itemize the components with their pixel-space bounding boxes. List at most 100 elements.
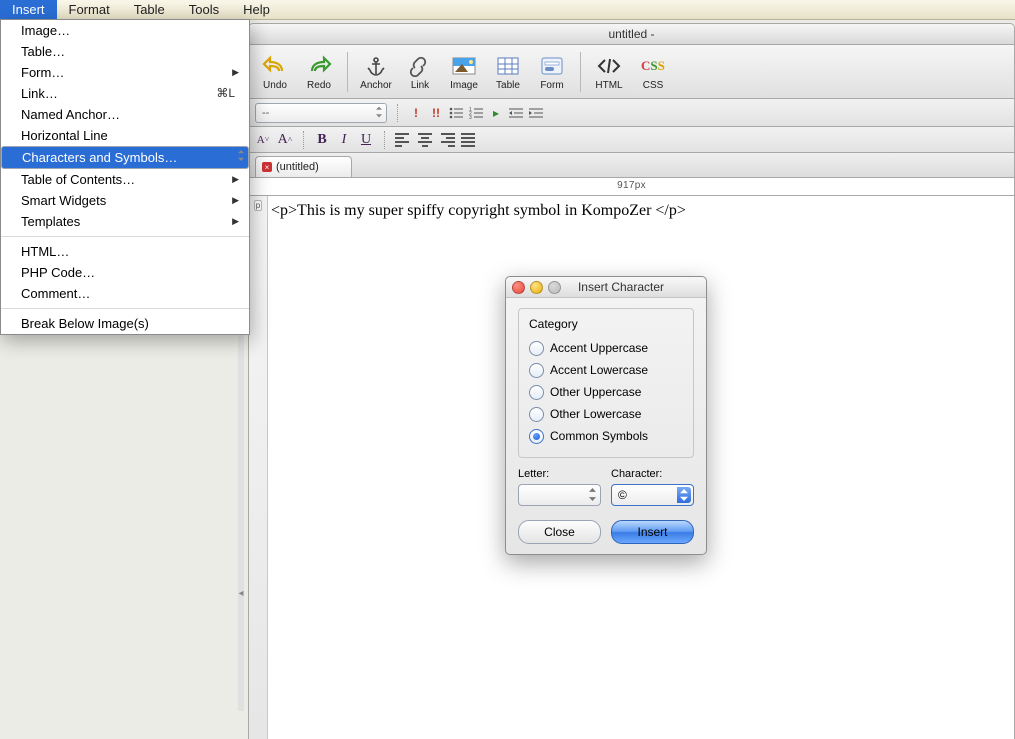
table-icon [494, 52, 522, 80]
svg-text:3: 3 [469, 115, 472, 119]
css-icon: CSS [639, 52, 667, 80]
align-left-icon[interactable] [395, 132, 411, 148]
align-right-icon[interactable] [439, 132, 455, 148]
anchor-icon [362, 52, 390, 80]
insert-menu-dropdown: Image… Table… Form… Link…⌘L Named Anchor… [0, 19, 250, 335]
toolbar-label: Link [411, 80, 429, 91]
bullet-list-icon[interactable] [448, 105, 464, 121]
menu-tools[interactable]: Tools [177, 0, 231, 19]
radio-common-symbols[interactable]: Common Symbols [529, 425, 683, 447]
form-button[interactable]: Form [532, 48, 572, 96]
em-icon[interactable]: ! [408, 105, 424, 121]
toolbar-separator [303, 131, 304, 149]
form-icon [538, 52, 566, 80]
character-label: Character: [611, 468, 694, 480]
menu-item-table[interactable]: Table… [1, 41, 249, 62]
toolbar-separator [580, 52, 581, 92]
radio-accent-lowercase[interactable]: Accent Lowercase [529, 359, 683, 381]
align-center-icon[interactable] [417, 132, 433, 148]
paragraph-style-select[interactable]: -- [255, 103, 387, 123]
toolbar-label: Undo [263, 80, 287, 91]
toolbar-label: Form [540, 80, 563, 91]
html-icon [595, 52, 623, 80]
element-gutter: p [249, 196, 268, 739]
css-button[interactable]: CSS CSS [633, 48, 673, 96]
menu-separator [1, 308, 249, 309]
strong-em-icon[interactable]: !! [428, 105, 444, 121]
toolbar-label: CSS [643, 80, 664, 91]
gutter-tag[interactable]: p [254, 200, 262, 211]
main-toolbar: Undo Redo Anchor Link Image Table Form [248, 44, 1015, 99]
indent-icon[interactable] [528, 105, 544, 121]
menu-item-templates[interactable]: Templates [1, 211, 249, 232]
format-toolbar: -- ! !! 123 ▸ [248, 99, 1015, 127]
outdent-icon[interactable] [508, 105, 524, 121]
radio-other-lowercase[interactable]: Other Lowercase [529, 403, 683, 425]
tab-untitled[interactable]: × (untitled) [255, 156, 352, 177]
svg-text:CSS: CSS [641, 58, 665, 73]
dialog-title: Insert Character [566, 280, 706, 294]
letter-select[interactable] [518, 484, 601, 506]
menu-insert[interactable]: Insert [0, 0, 57, 19]
toolbar-separator [384, 131, 385, 149]
menu-item-php-code[interactable]: PHP Code… [1, 262, 249, 283]
menu-table[interactable]: Table [122, 0, 177, 19]
table-button[interactable]: Table [488, 48, 528, 96]
menu-help[interactable]: Help [231, 0, 282, 19]
radio-other-uppercase[interactable]: Other Uppercase [529, 381, 683, 403]
number-list-icon[interactable]: 123 [468, 105, 484, 121]
insert-character-dialog: Insert Character Category Accent Upperca… [505, 276, 707, 555]
character-select[interactable]: © [611, 484, 694, 506]
window-zoom-icon [548, 281, 561, 294]
editor-content[interactable]: <p>This is my super spiffy copyright sym… [271, 202, 1010, 220]
link-icon [406, 52, 434, 80]
align-justify-icon[interactable] [461, 132, 477, 148]
toolbar-label: Anchor [360, 80, 392, 91]
link-button[interactable]: Link [400, 48, 440, 96]
toolbar-label: HTML [595, 80, 622, 91]
menu-item-break-below-images[interactable]: Break Below Image(s) [1, 313, 249, 334]
radio-accent-uppercase[interactable]: Accent Uppercase [529, 337, 683, 359]
insert-button[interactable]: Insert [611, 520, 694, 544]
undo-button[interactable]: Undo [255, 48, 295, 96]
italic-button[interactable]: I [336, 132, 352, 148]
menu-item-table-of-contents[interactable]: Table of Contents… [1, 169, 249, 190]
menu-item-form[interactable]: Form… [1, 62, 249, 83]
menu-item-link[interactable]: Link…⌘L [1, 83, 249, 104]
close-button[interactable]: Close [518, 520, 601, 544]
ruler: 917px [248, 178, 1015, 196]
font-size-dec-icon[interactable]: A˅ [255, 132, 271, 148]
menu-item-comment[interactable]: Comment… [1, 283, 249, 304]
menu-item-image[interactable]: Image… [1, 20, 249, 41]
toolbar-label: Image [450, 80, 478, 91]
menu-item-characters-symbols[interactable]: Characters and Symbols… [1, 146, 249, 169]
menu-item-smart-widgets[interactable]: Smart Widgets [1, 190, 249, 211]
toolbar-label: Redo [307, 80, 331, 91]
tab-label: (untitled) [276, 161, 319, 173]
redo-icon [305, 52, 333, 80]
redo-button[interactable]: Redo [299, 48, 339, 96]
image-button[interactable]: Image [444, 48, 484, 96]
letter-label: Letter: [518, 468, 601, 480]
dialog-titlebar[interactable]: Insert Character [506, 277, 706, 298]
underline-button[interactable]: U [358, 132, 374, 148]
window-close-icon[interactable] [512, 281, 525, 294]
window-title: untitled - [248, 23, 1015, 44]
bold-button[interactable]: B [314, 132, 330, 148]
menu-item-html[interactable]: HTML… [1, 241, 249, 262]
image-icon [450, 52, 478, 80]
arrow-right-icon[interactable]: ▸ [488, 105, 504, 121]
toolbar-label: Table [496, 80, 520, 91]
close-tab-icon[interactable]: × [262, 162, 272, 172]
menu-item-horizontal-line[interactable]: Horizontal Line [1, 125, 249, 146]
window-minimize-icon[interactable] [530, 281, 543, 294]
anchor-button[interactable]: Anchor [356, 48, 396, 96]
menu-item-named-anchor[interactable]: Named Anchor… [1, 104, 249, 125]
html-button[interactable]: HTML [589, 48, 629, 96]
category-group: Category Accent Uppercase Accent Lowerca… [518, 308, 694, 458]
menubar: Insert Format Table Tools Help [0, 0, 1015, 20]
font-size-inc-icon[interactable]: A˄ [277, 132, 293, 148]
menu-format[interactable]: Format [57, 0, 122, 19]
shortcut-label: ⌘L [216, 85, 235, 102]
toolbar-separator [347, 52, 348, 92]
